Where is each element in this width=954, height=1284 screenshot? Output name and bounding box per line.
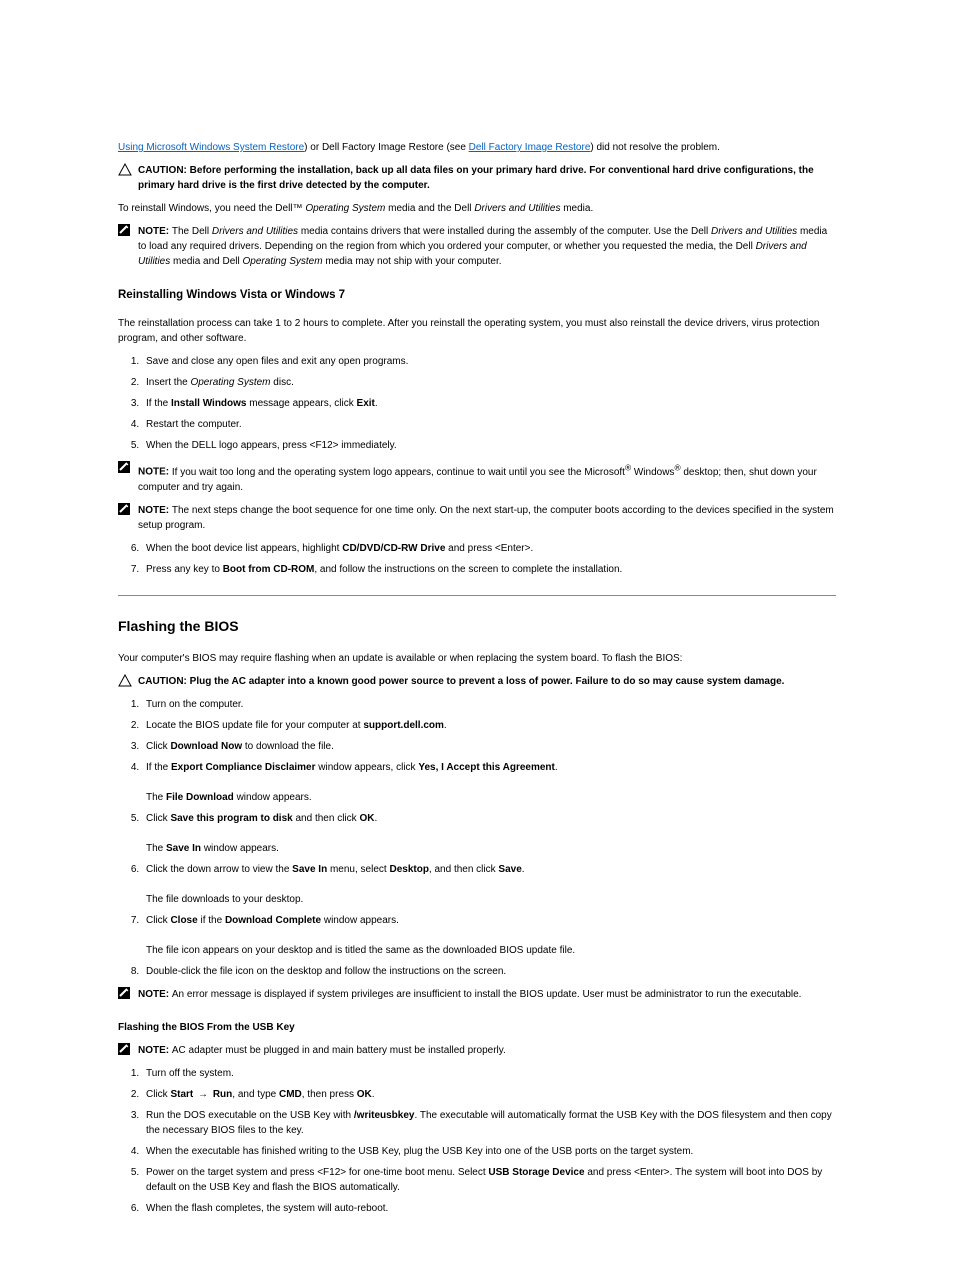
list-item: Insert the Operating System disc.: [142, 375, 836, 390]
caution-notice: CAUTION: Before performing the installat…: [118, 163, 836, 193]
note-icon: [118, 224, 136, 236]
list-item: Restart the computer.: [142, 417, 836, 432]
note-body: NOTE: AC adapter must be plugged in and …: [138, 1043, 836, 1058]
steps-reinstall-continued: When the boot device list appears, highl…: [118, 541, 836, 577]
list-item: When the DELL logo appears, press <F12> …: [142, 438, 836, 453]
caution-icon: [118, 163, 136, 177]
list-item: If the Export Compliance Disclaimer wind…: [142, 760, 836, 805]
section-flashing-bios: Flashing the BIOS Your computer's BIOS m…: [118, 616, 836, 1216]
caution-label: CAUTION:: [138, 676, 190, 687]
list-item: When the executable has finished writing…: [142, 1144, 836, 1159]
note-label: NOTE:: [138, 467, 172, 478]
note-body: NOTE: An error message is displayed if s…: [138, 987, 836, 1002]
note-drivers-utilities: NOTE: The Dell Drivers and Utilities med…: [118, 224, 836, 269]
note-label: NOTE:: [138, 1045, 172, 1056]
paragraph-bios-intro: Your computer's BIOS may require flashin…: [118, 651, 836, 666]
list-item: Click Close if the Download Complete win…: [142, 913, 836, 958]
list-item: Turn on the computer.: [142, 697, 836, 712]
note-admin-privileges: NOTE: An error message is displayed if s…: [118, 987, 836, 1002]
section-reinstall-windows: Using Microsoft Windows System Restore) …: [118, 140, 836, 577]
steps-flash-bios: Turn on the computer. Locate the BIOS up…: [118, 697, 836, 979]
list-item: Turn off the system.: [142, 1066, 836, 1081]
caution-text: Before performing the installation, back…: [138, 165, 814, 191]
note-text: The Dell Drivers and Utilities media con…: [138, 226, 827, 267]
note-icon: [118, 461, 136, 473]
note-body: NOTE: The next steps change the boot seq…: [138, 503, 836, 533]
caution-icon: [118, 674, 136, 688]
section-divider: [118, 595, 836, 596]
steps-flash-usb: Turn off the system. Click Start → Run, …: [118, 1066, 836, 1216]
list-item: Power on the target system and press <F1…: [142, 1165, 836, 1195]
note-icon: [118, 1043, 136, 1055]
caution-body: CAUTION: Plug the AC adapter into a know…: [138, 674, 836, 689]
note-boot-wait: NOTE: If you wait too long and the opera…: [118, 461, 836, 494]
note-icon: [118, 503, 136, 515]
paragraph-media-needed: To reinstall Windows, you need the Dell™…: [118, 201, 836, 216]
note-ac-battery: NOTE: AC adapter must be plugged in and …: [118, 1043, 836, 1058]
caution-text: Plug the AC adapter into a known good po…: [190, 676, 785, 687]
note-text: AC adapter must be plugged in and main b…: [172, 1045, 506, 1056]
list-item: Click Save this program to disk and then…: [142, 811, 836, 856]
list-item: Double-click the file icon on the deskto…: [142, 964, 836, 979]
heading-reinstall-windows: Reinstalling Windows Vista or Windows 7: [118, 287, 836, 304]
list-item: Click Download Now to download the file.: [142, 739, 836, 754]
list-item: When the boot device list appears, highl…: [142, 541, 836, 556]
note-label: NOTE:: [138, 226, 172, 237]
link-dell-factory-image-restore[interactable]: Dell Factory Image Restore: [469, 142, 591, 153]
note-icon: [118, 987, 136, 999]
note-boot-sequence: NOTE: The next steps change the boot seq…: [118, 503, 836, 533]
note-label: NOTE:: [138, 989, 172, 1000]
note-text: An error message is displayed if system …: [172, 989, 802, 1000]
caution-body: CAUTION: Before performing the installat…: [138, 163, 836, 193]
note-body: NOTE: The Dell Drivers and Utilities med…: [138, 224, 836, 269]
list-item: Press any key to Boot from CD-ROM, and f…: [142, 562, 836, 577]
list-item: If the Install Windows message appears, …: [142, 396, 836, 411]
list-item: Click Start → Run, and type CMD, then pr…: [142, 1087, 836, 1102]
list-item: Run the DOS executable on the USB Key wi…: [142, 1108, 836, 1138]
list-item: When the flash completes, the system wil…: [142, 1201, 836, 1216]
list-item: Save and close any open files and exit a…: [142, 354, 836, 369]
paragraph-restore-links: Using Microsoft Windows System Restore) …: [118, 140, 836, 155]
caution-notice-power: CAUTION: Plug the AC adapter into a know…: [118, 674, 836, 689]
caution-label: CAUTION:: [138, 165, 190, 176]
paragraph-reinstall-process: The reinstallation process can take 1 to…: [118, 316, 836, 346]
steps-reinstall: Save and close any open files and exit a…: [118, 354, 836, 453]
note-text: The next steps change the boot sequence …: [138, 505, 834, 531]
note-text: If you wait too long and the operating s…: [138, 467, 817, 493]
heading-flash-usb: Flashing the BIOS From the USB Key: [118, 1020, 836, 1035]
list-item: Click the down arrow to view the Save In…: [142, 862, 836, 907]
note-body: NOTE: If you wait too long and the opera…: [138, 461, 836, 494]
list-item: Locate the BIOS update file for your com…: [142, 718, 836, 733]
link-system-restore[interactable]: Using Microsoft Windows System Restore: [118, 142, 304, 153]
section-title-flashing-bios: Flashing the BIOS: [118, 616, 836, 637]
note-label: NOTE:: [138, 505, 172, 516]
